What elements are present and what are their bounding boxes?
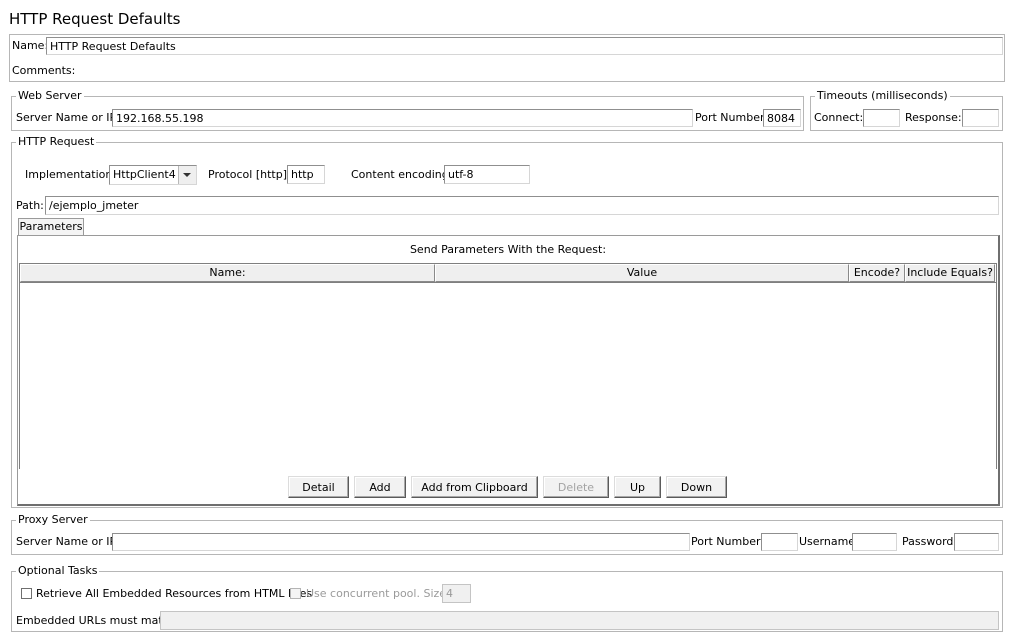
retrieve-resources-label: Retrieve All Embedded Resources from HTM… [36,587,313,600]
embedded-urls-field[interactable] [160,611,999,630]
tab-parameters[interactable]: Parameters [18,218,84,236]
response-label: Response: [905,111,962,124]
port-number-field[interactable] [763,109,801,127]
proxy-server-label: Server Name or IP: [16,535,120,548]
optional-tasks-legend: Optional Tasks [16,564,100,578]
http-request-legend: HTTP Request [16,135,97,149]
name-field[interactable] [46,37,1003,55]
add-from-clipboard-button[interactable]: Add from Clipboard [411,476,538,498]
implementation-value: HttpClient4 [113,168,176,181]
send-parameters-title: Send Parameters With the Request: [409,243,607,256]
timeouts-legend: Timeouts (milliseconds) [815,89,950,103]
proxy-password-label: Password [902,535,954,548]
retrieve-resources-checkbox[interactable] [21,588,32,599]
protocol-field[interactable] [287,165,325,184]
table-body[interactable] [20,282,996,469]
column-header-encode[interactable]: Encode? [849,264,905,282]
down-button[interactable]: Down [666,476,727,498]
connect-timeout-field[interactable] [863,109,900,127]
comments-field[interactable] [66,62,1002,80]
implementation-label: Implementation: [25,168,117,181]
proxy-username-label: Username [799,535,856,548]
path-label: Path: [16,199,44,212]
concurrent-pool-label: Use concurrent pool. Size: [306,587,450,600]
column-header-include-equals[interactable]: Include Equals? [905,264,995,282]
up-button[interactable]: Up [614,476,661,498]
web-server-legend: Web Server [16,89,84,103]
proxy-username-field[interactable] [852,533,897,551]
proxy-password-field[interactable] [954,533,999,551]
response-timeout-field[interactable] [962,109,999,127]
server-name-label: Server Name or IP: [16,111,120,124]
proxy-server-legend: Proxy Server [16,513,90,527]
embedded-urls-label: Embedded URLs must match: [16,614,180,627]
port-number-label: Port Number: [695,111,769,124]
proxy-port-field[interactable] [761,533,798,551]
content-encoding-field[interactable] [444,165,530,184]
implementation-dropdown-button[interactable] [178,166,196,184]
protocol-label: Protocol [http]: [208,168,291,181]
pool-size-field[interactable] [442,584,471,603]
detail-button[interactable]: Detail [288,476,349,498]
add-button[interactable]: Add [354,476,406,498]
name-label: Name: [12,39,49,52]
proxy-server-field[interactable] [112,533,690,551]
tab-parameters-label: Parameters [19,220,83,233]
path-field[interactable] [45,196,999,215]
column-header-name[interactable]: Name: [20,264,435,282]
chevron-down-icon [183,173,191,177]
delete-button[interactable]: Delete [543,476,609,498]
proxy-port-label: Port Number: [691,535,765,548]
page-title: HTTP Request Defaults [9,10,181,28]
server-name-field[interactable] [112,109,693,127]
content-encoding-label: Content encoding: [351,168,453,181]
connect-label: Connect: [814,111,864,124]
column-header-value[interactable]: Value [435,264,849,282]
concurrent-pool-checkbox[interactable] [290,588,301,599]
